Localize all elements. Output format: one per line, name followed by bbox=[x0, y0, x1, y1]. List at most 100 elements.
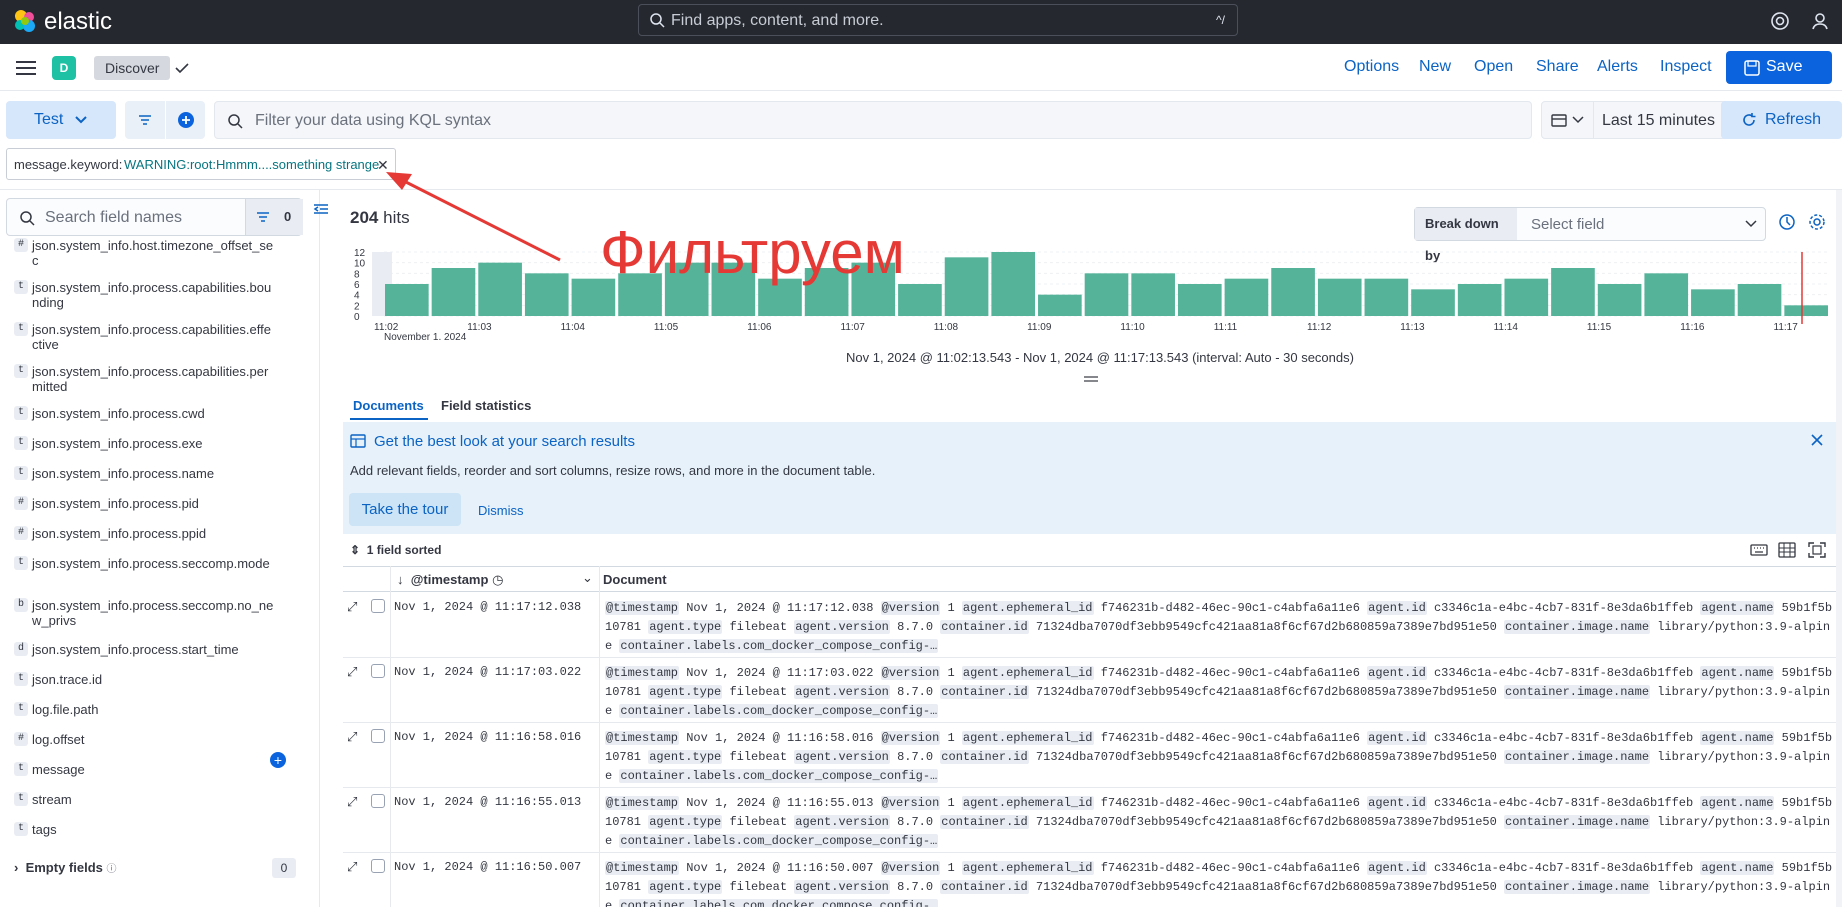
row-checkbox[interactable] bbox=[371, 664, 385, 678]
filter-icon[interactable] bbox=[138, 113, 152, 127]
doc-value: 71324dba7070df3ebb9549cfc421aa81a8f6cf67… bbox=[1035, 750, 1497, 764]
table-row[interactable]: ⤢ Nov 1, 2024 @ 11:16:55.013 @timestamp No… bbox=[343, 788, 1842, 853]
resize-handle-icon[interactable] bbox=[1084, 376, 1098, 382]
expand-row-icon[interactable]: ⤢ bbox=[347, 794, 357, 810]
table-row[interactable]: ⤢ Nov 1, 2024 @ 11:17:03.022 @timestamp No… bbox=[343, 658, 1842, 723]
table-row[interactable]: ⤢ Nov 1, 2024 @ 11:17:12.038 @timestamp No… bbox=[343, 593, 1842, 658]
annotation-text: Фильтруем bbox=[600, 219, 905, 286]
doc-key: agent.type bbox=[648, 815, 723, 829]
sort-arrow-icon: ↓ bbox=[397, 572, 404, 587]
y-tick-label: 0 bbox=[354, 312, 360, 323]
doc-value: 1 bbox=[947, 666, 955, 680]
kql-query-input[interactable]: Filter your data using KQL syntax bbox=[214, 101, 1532, 139]
field-search-input[interactable]: Search field names 0 bbox=[6, 198, 303, 236]
data-view-selector[interactable]: Test bbox=[6, 101, 116, 139]
field-type-icon: t bbox=[14, 672, 28, 686]
hamburger-menu-icon[interactable] bbox=[16, 60, 36, 76]
field-name: json.system_info.process.seccomp.mode bbox=[32, 556, 270, 571]
date-picker[interactable]: Last 15 minutes bbox=[1541, 101, 1739, 139]
expand-row-icon[interactable]: ⤢ bbox=[347, 599, 357, 615]
save-button[interactable]: Save bbox=[1726, 51, 1832, 84]
share-link[interactable]: Share bbox=[1536, 58, 1579, 76]
space-avatar[interactable]: D bbox=[52, 56, 76, 80]
empty-fields-label: Empty fields bbox=[25, 860, 103, 875]
field-name: json.system_info.process.capabilities.bo… bbox=[32, 280, 272, 310]
doc-value: 1 bbox=[947, 601, 955, 615]
row-timestamp: Nov 1, 2024 @ 11:17:12.038 bbox=[394, 600, 582, 614]
add-field-message-icon[interactable]: + bbox=[270, 752, 286, 768]
doc-value: 71324dba7070df3ebb9549cfc421aa81a8f6cf67… bbox=[1035, 815, 1497, 829]
annotation-arrow bbox=[386, 172, 561, 262]
row-checkbox[interactable] bbox=[371, 794, 385, 808]
table-row[interactable]: ⤢ Nov 1, 2024 @ 11:16:50.007 @timestamp No… bbox=[343, 853, 1842, 907]
new-link[interactable]: New bbox=[1419, 58, 1451, 76]
table-density-icon[interactable] bbox=[1778, 542, 1796, 558]
row-checkbox[interactable] bbox=[371, 729, 385, 743]
tab-documents[interactable]: Documents bbox=[353, 398, 424, 413]
global-search-input[interactable]: Find apps, content, and more. ^/ bbox=[638, 4, 1238, 36]
help-icon[interactable] bbox=[1770, 11, 1790, 31]
empty-fields-toggle[interactable]: › Empty fields ⓘ bbox=[14, 860, 117, 875]
field-type-icon: t bbox=[14, 702, 28, 716]
doc-key: agent.ephemeral_id bbox=[961, 666, 1094, 680]
filter-controls bbox=[125, 101, 205, 139]
doc-key: container.image.name bbox=[1504, 750, 1651, 764]
column-header-timestamp[interactable]: ↓ @timestamp ◷ ⌄ bbox=[397, 570, 593, 588]
expand-row-icon[interactable]: ⤢ bbox=[347, 859, 357, 875]
row-timestamp: Nov 1, 2024 @ 11:16:58.016 bbox=[394, 730, 582, 744]
histogram-bar bbox=[1784, 305, 1828, 316]
sort-indicator[interactable]: ⇕ 1 field sorted bbox=[350, 543, 441, 557]
histogram-bar bbox=[1224, 278, 1269, 316]
row-checkbox[interactable] bbox=[371, 599, 385, 613]
doc-value: f746231b-d482-46ec-90c1-c4abfa6a11e6 bbox=[1100, 796, 1360, 810]
breakdown-selector[interactable]: Break down by Select field bbox=[1414, 207, 1766, 263]
doc-key: agent.name bbox=[1700, 861, 1775, 875]
doc-key: agent.type bbox=[648, 685, 723, 699]
sort-label: 1 field sorted bbox=[366, 543, 442, 557]
alerts-link[interactable]: Alerts bbox=[1597, 58, 1638, 76]
expand-row-icon[interactable]: ⤢ bbox=[347, 729, 357, 745]
doc-value: filebeat bbox=[729, 815, 788, 829]
histogram-bar bbox=[944, 257, 989, 316]
calendar-dropdown[interactable] bbox=[1542, 102, 1594, 138]
chevron-down-icon[interactable]: ⌄ bbox=[582, 570, 593, 586]
field-filter-button[interactable]: 0 bbox=[245, 199, 303, 235]
field-type-icon: d bbox=[14, 642, 28, 656]
tab-field-statistics[interactable]: Field statistics bbox=[441, 398, 531, 413]
chart-type-icon[interactable] bbox=[1778, 213, 1796, 231]
row-checkbox[interactable] bbox=[371, 859, 385, 873]
brand-name[interactable]: elastic bbox=[44, 8, 112, 36]
doc-value: f746231b-d482-46ec-90c1-c4abfa6a11e6 bbox=[1100, 861, 1360, 875]
gear-icon[interactable] bbox=[1808, 213, 1826, 231]
filter-pill[interactable]: message.keyword: WARNING:root:Hmmm....so… bbox=[6, 148, 396, 180]
refresh-button[interactable]: Refresh bbox=[1721, 101, 1842, 139]
field-name: json.system_info.process.pid bbox=[32, 496, 199, 511]
fullscreen-icon[interactable] bbox=[1808, 542, 1826, 558]
elastic-logo-icon[interactable] bbox=[12, 8, 38, 34]
collapse-sidebar-icon[interactable] bbox=[312, 200, 330, 218]
field-name: json.trace.id bbox=[32, 672, 103, 687]
user-menu-icon[interactable] bbox=[1810, 11, 1830, 31]
histogram-bar bbox=[1177, 284, 1222, 316]
add-filter-icon[interactable] bbox=[177, 111, 195, 129]
close-icon[interactable] bbox=[1810, 433, 1824, 447]
open-link[interactable]: Open bbox=[1474, 58, 1513, 76]
field-type-icon: t bbox=[14, 364, 28, 378]
breadcrumb[interactable]: Discover bbox=[94, 56, 171, 80]
inspect-link[interactable]: Inspect bbox=[1660, 58, 1712, 76]
filter-pill-key: message.keyword: bbox=[14, 157, 123, 172]
scrollbar[interactable] bbox=[1836, 190, 1842, 907]
take-tour-button[interactable]: Take the tour bbox=[349, 493, 461, 526]
keyboard-icon[interactable] bbox=[1750, 542, 1768, 558]
x-tick-label: 11:03 bbox=[467, 322, 492, 333]
dismiss-button[interactable]: Dismiss bbox=[478, 503, 524, 518]
doc-key: agent.version bbox=[794, 685, 890, 699]
time-range-label: Last 15 minutes bbox=[1602, 112, 1715, 129]
column-header-document[interactable]: Document bbox=[603, 572, 667, 587]
table-row[interactable]: ⤢ Nov 1, 2024 @ 11:16:58.016 @timestamp No… bbox=[343, 723, 1842, 788]
expand-row-icon[interactable]: ⤢ bbox=[347, 664, 357, 680]
clock-icon: ◷ bbox=[492, 572, 504, 587]
options-link[interactable]: Options bbox=[1344, 58, 1399, 76]
doc-key: container.image.name bbox=[1504, 620, 1651, 634]
breakdown-placeholder: Select field bbox=[1531, 216, 1605, 233]
